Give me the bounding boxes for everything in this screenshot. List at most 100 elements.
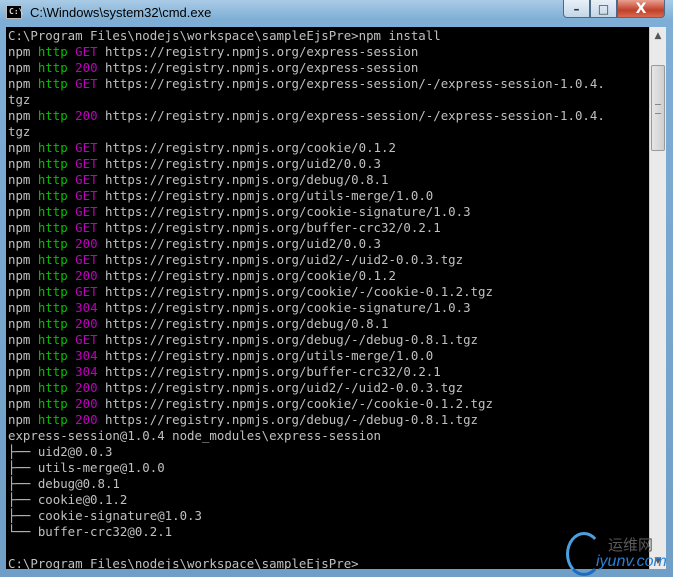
console-text: GET — [75, 140, 98, 155]
console-text: https://registry.npmjs.org/cookie-signat… — [97, 204, 471, 219]
console-line: npm http 200 https://registry.npmjs.org/… — [8, 396, 605, 412]
scrollbar-thumb[interactable] — [651, 65, 665, 151]
console-line: npm http GET https://registry.npmjs.org/… — [8, 76, 605, 92]
minimize-button[interactable]: – — [563, 0, 590, 18]
console-text: GET — [75, 204, 98, 219]
console-text: npm — [8, 300, 38, 315]
console-text: https://registry.npmjs.org/express-sessi… — [97, 76, 605, 91]
console-text: express-session@1.0.4 node_modules\expre… — [8, 428, 381, 443]
console-text: 304 — [75, 300, 98, 315]
console-text: npm — [8, 380, 38, 395]
console-text: http — [37, 300, 68, 315]
console-line: npm http 200 https://registry.npmjs.org/… — [8, 60, 605, 76]
console-text: 200 — [75, 60, 98, 75]
console-line: npm http GET https://registry.npmjs.org/… — [8, 44, 605, 60]
console-text: C:\Program Files\nodejs\workspace\sample… — [8, 28, 441, 43]
console-text: http — [37, 316, 68, 331]
console-text: http — [37, 412, 68, 427]
console-text: http — [37, 364, 68, 379]
window-title: C:\Windows\system32\cmd.exe — [30, 5, 212, 20]
console-text: https://registry.npmjs.org/utils-merge/1… — [97, 188, 434, 203]
console-text: tgz — [8, 92, 31, 107]
console-line: ├── debug@0.8.1 — [8, 476, 605, 492]
console-line: npm http 304 https://registry.npmjs.org/… — [8, 364, 605, 380]
console-text: npm — [8, 188, 38, 203]
console-text: GET — [75, 188, 98, 203]
console-line: ├── cookie@0.1.2 — [8, 492, 605, 508]
console-text: npm — [8, 156, 38, 171]
console-text: https://registry.npmjs.org/debug/-/debug… — [97, 332, 478, 347]
console-text: http — [37, 252, 68, 267]
console-text: npm — [8, 316, 38, 331]
cmd-window: C:\ C:\Windows\system32\cmd.exe – □ X C:… — [0, 0, 673, 577]
console-text: GET — [75, 332, 98, 347]
console-text: http — [37, 108, 68, 123]
console-line: npm http GET https://registry.npmjs.org/… — [8, 188, 605, 204]
console-text: https://registry.npmjs.org/uid2/-/uid2-0… — [97, 380, 464, 395]
console-line: C:\Program Files\nodejs\workspace\sample… — [8, 28, 605, 44]
console-text: http — [37, 156, 68, 171]
watermark-subtext: iyunv.com — [596, 553, 667, 570]
console-text: npm — [8, 412, 38, 427]
console-text: 200 — [75, 268, 98, 283]
scroll-up-arrow-icon[interactable]: ▲ — [650, 27, 666, 44]
console-text: https://registry.npmjs.org/express-sessi… — [97, 44, 419, 59]
console-line: ├── cookie-signature@1.0.3 — [8, 508, 605, 524]
console-text: npm — [8, 204, 38, 219]
console-line: npm http 200 https://registry.npmjs.org/… — [8, 380, 605, 396]
console-text: https://registry.npmjs.org/cookie/-/cook… — [97, 284, 493, 299]
maximize-button[interactable]: □ — [590, 0, 617, 18]
console-output[interactable]: C:\Program Files\nodejs\workspace\sample… — [6, 27, 649, 569]
close-button[interactable]: X — [617, 0, 665, 18]
console-line: ├── utils-merge@1.0.0 — [8, 460, 605, 476]
console-text: GET — [75, 76, 98, 91]
console-text: https://registry.npmjs.org/debug/0.8.1 — [97, 172, 389, 187]
console-text: npm — [8, 236, 38, 251]
console-text: http — [37, 236, 68, 251]
console-text: npm — [8, 76, 38, 91]
console-text: http — [37, 44, 68, 59]
console-text: npm — [8, 172, 38, 187]
console-text: http — [37, 172, 68, 187]
console-line: C:\Program Files\nodejs\workspace\sample… — [8, 556, 605, 569]
console-text: http — [37, 284, 68, 299]
cmd-app-icon-label: C:\ — [9, 7, 24, 16]
console-line: └── buffer-crc32@0.2.1 — [8, 524, 605, 540]
console-text: 200 — [75, 316, 98, 331]
console-text: npm — [8, 252, 38, 267]
console-text: https://registry.npmjs.org/uid2/-/uid2-0… — [97, 252, 464, 267]
console-text: https://registry.npmjs.org/cookie/0.1.2 — [97, 140, 396, 155]
console-text: http — [37, 268, 68, 283]
console-text: https://registry.npmjs.org/express-sessi… — [97, 108, 605, 123]
console-text: https://registry.npmjs.org/uid2/0.0.3 — [97, 156, 382, 171]
console-line: tgz — [8, 124, 605, 140]
scrollbar-grip-icon — [655, 104, 661, 114]
console-text: C:\Program Files\nodejs\workspace\sample… — [8, 556, 367, 569]
console-text: http — [37, 188, 68, 203]
console-text: 200 — [75, 412, 98, 427]
console-text: https://registry.npmjs.org/buffer-crc32/… — [97, 364, 441, 379]
console-text: http — [37, 332, 68, 347]
console-text: http — [37, 348, 68, 363]
console-line: npm http 304 https://registry.npmjs.org/… — [8, 300, 605, 316]
console-text: npm — [8, 396, 38, 411]
minimize-icon: – — [573, 1, 580, 16]
console-text: npm — [8, 364, 38, 379]
console-text: http — [37, 140, 68, 155]
console-text: 200 — [75, 396, 98, 411]
title-bar[interactable]: C:\ C:\Windows\system32\cmd.exe – □ X — [0, 0, 673, 26]
console-text: ├── uid2@0.0.3 — [8, 444, 113, 459]
console-text: 200 — [75, 108, 98, 123]
console-line: npm http GET https://registry.npmjs.org/… — [8, 332, 605, 348]
console-text: https://registry.npmjs.org/utils-merge/1… — [97, 348, 434, 363]
console-text: https://registry.npmjs.org/debug/-/debug… — [97, 412, 478, 427]
console-line: express-session@1.0.4 node_modules\expre… — [8, 428, 605, 444]
console-text: https://registry.npmjs.org/buffer-crc32/… — [97, 220, 441, 235]
console-text: https://registry.npmjs.org/express-sessi… — [97, 60, 419, 75]
console-text: npm — [8, 108, 38, 123]
cmd-app-icon[interactable]: C:\ — [6, 5, 24, 19]
console-text: npm — [8, 220, 38, 235]
vertical-scrollbar[interactable]: ▲ ▼ — [649, 27, 666, 569]
console-line: npm http GET https://registry.npmjs.org/… — [8, 284, 605, 300]
console-line: npm http GET https://registry.npmjs.org/… — [8, 140, 605, 156]
